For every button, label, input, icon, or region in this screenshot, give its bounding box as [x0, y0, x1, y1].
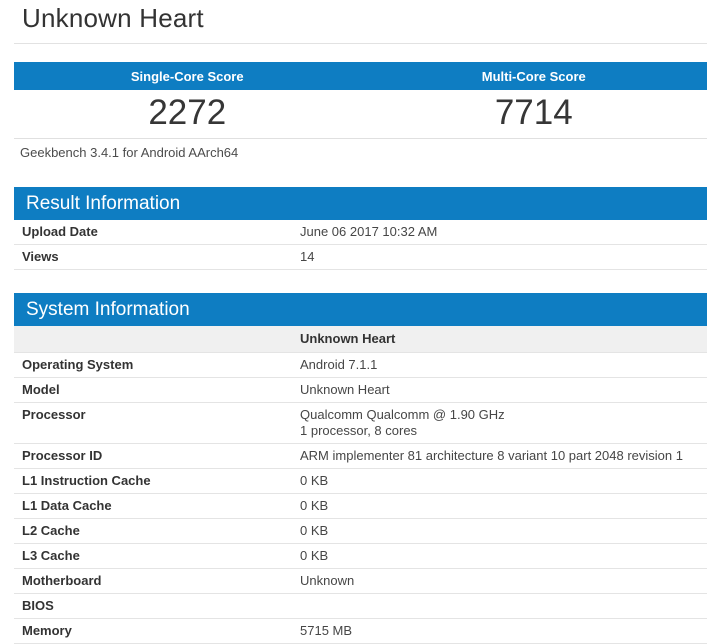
row-label: L2 Cache — [14, 519, 300, 543]
top-divider — [14, 43, 707, 44]
system-information-table: Operating System Android 7.1.1 Model Unk… — [14, 353, 707, 644]
row-label: L3 Cache — [14, 544, 300, 568]
score-value: 2272 — [14, 90, 361, 138]
subheader-spacer — [14, 326, 300, 352]
row-label: Motherboard — [14, 569, 300, 593]
row-value: Android 7.1.1 — [300, 353, 707, 377]
row-label: Processor ID — [14, 444, 300, 468]
table-row: Operating System Android 7.1.1 — [14, 353, 707, 378]
score-value: 7714 — [361, 90, 708, 138]
geekbench-result-page: Unknown Heart Single-Core Score Multi-Co… — [0, 0, 720, 644]
system-information-heading: System Information — [14, 293, 707, 326]
table-row: Views 14 — [14, 245, 707, 270]
device-name: Unknown Heart — [300, 326, 707, 352]
table-row: Processor ID ARM implementer 81 architec… — [14, 444, 707, 469]
result-information-table: Upload Date June 06 2017 10:32 AM Views … — [14, 220, 707, 270]
row-label: L1 Data Cache — [14, 494, 300, 518]
row-value: ARM implementer 81 architecture 8 varian… — [300, 444, 707, 468]
row-label: Memory — [14, 619, 300, 643]
table-row: L3 Cache 0 KB — [14, 544, 707, 569]
row-value: 5715 MB — [300, 619, 707, 643]
score-header-label: Single-Core Score — [14, 62, 361, 90]
table-row: BIOS — [14, 594, 707, 619]
score-value-row: 2272 7714 — [14, 90, 707, 139]
page-title: Unknown Heart — [14, 0, 707, 33]
table-row: Processor Qualcomm Qualcomm @ 1.90 GHz 1… — [14, 403, 707, 444]
system-information-section: System Information Unknown Heart Operati… — [14, 293, 707, 644]
row-value: 0 KB — [300, 544, 707, 568]
table-row: L1 Data Cache 0 KB — [14, 494, 707, 519]
score-header-label: Multi-Core Score — [361, 62, 708, 90]
row-label: Views — [14, 245, 300, 269]
row-value: 0 KB — [300, 519, 707, 543]
result-information-heading: Result Information — [14, 187, 707, 220]
result-information-section: Result Information Upload Date June 06 2… — [14, 187, 707, 270]
device-subheader-row: Unknown Heart — [14, 326, 707, 353]
table-row: Motherboard Unknown — [14, 569, 707, 594]
row-value — [300, 594, 707, 618]
row-label: Model — [14, 378, 300, 402]
row-label: Processor — [14, 403, 300, 443]
row-value: June 06 2017 10:32 AM — [300, 220, 707, 244]
row-label: Operating System — [14, 353, 300, 377]
row-label: BIOS — [14, 594, 300, 618]
table-row: L2 Cache 0 KB — [14, 519, 707, 544]
row-value: 0 KB — [300, 494, 707, 518]
table-row: Upload Date June 06 2017 10:32 AM — [14, 220, 707, 245]
row-value: Qualcomm Qualcomm @ 1.90 GHz 1 processor… — [300, 403, 707, 443]
row-label: L1 Instruction Cache — [14, 469, 300, 493]
row-label: Upload Date — [14, 220, 300, 244]
benchmark-version-caption: Geekbench 3.4.1 for Android AArch64 — [14, 139, 707, 161]
row-value: 0 KB — [300, 469, 707, 493]
table-row: L1 Instruction Cache 0 KB — [14, 469, 707, 494]
table-row: Model Unknown Heart — [14, 378, 707, 403]
score-header-row: Single-Core Score Multi-Core Score — [14, 62, 707, 90]
table-row: Memory 5715 MB — [14, 619, 707, 644]
row-value: Unknown Heart — [300, 378, 707, 402]
row-value: Unknown — [300, 569, 707, 593]
row-value: 14 — [300, 245, 707, 269]
